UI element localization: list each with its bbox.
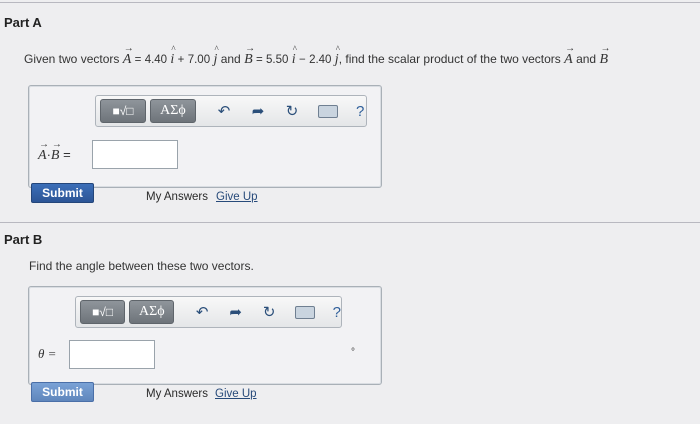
reset-icon[interactable]: ↻ bbox=[278, 102, 306, 120]
part-b-submit-button[interactable]: Submit bbox=[31, 382, 94, 402]
part-b-answer-input[interactable] bbox=[69, 340, 155, 369]
part-b-title: Part B bbox=[4, 232, 43, 247]
vector-b-symbol: B bbox=[244, 43, 254, 68]
part-a-question: Given two vectors A = 4.40 i + 7.00 j an… bbox=[24, 43, 610, 68]
undo-icon[interactable]: ↶ bbox=[210, 102, 238, 120]
part-a-answer-label: A·B = bbox=[38, 139, 71, 164]
part-a-my-answers-link[interactable]: My Answers bbox=[146, 191, 208, 203]
undo-icon[interactable]: ↶ bbox=[188, 303, 216, 321]
part-divider bbox=[0, 222, 700, 223]
redo-icon[interactable]: ➦ bbox=[244, 102, 272, 120]
vector-a-symbol: A bbox=[123, 43, 133, 68]
part-b-give-up-link[interactable]: Give Up bbox=[215, 388, 257, 400]
help-button[interactable]: ? bbox=[333, 304, 341, 321]
template-button[interactable]: ■√□ bbox=[100, 99, 146, 123]
j-hat: j bbox=[213, 44, 218, 68]
reset-icon[interactable]: ↻ bbox=[255, 303, 283, 321]
greek-symbols-button[interactable]: ΑΣϕ bbox=[129, 300, 175, 324]
part-a-answer-input[interactable] bbox=[92, 140, 178, 169]
part-b-question: Find the angle between these two vectors… bbox=[29, 259, 254, 273]
keyboard-icon[interactable] bbox=[318, 104, 338, 118]
redo-icon[interactable]: ➦ bbox=[222, 303, 250, 321]
help-button[interactable]: ? bbox=[356, 103, 364, 120]
template-button[interactable]: ■√□ bbox=[80, 300, 126, 324]
part-a-title: Part A bbox=[4, 15, 42, 30]
part-b-answer-label: θ = bbox=[38, 346, 57, 361]
top-divider bbox=[0, 2, 700, 3]
part-a-submit-button[interactable]: Submit bbox=[31, 183, 94, 203]
part-a-give-up-link[interactable]: Give Up bbox=[216, 191, 258, 203]
greek-symbols-button[interactable]: ΑΣϕ bbox=[150, 99, 196, 123]
i-hat: i bbox=[170, 44, 175, 68]
part-a-equation-toolbar: ■√□ ΑΣϕ ↶ ➦ ↻ ? bbox=[95, 95, 367, 127]
part-b-equation-toolbar: ■√□ ΑΣϕ ↶ ➦ ↻ ? bbox=[75, 296, 342, 328]
keyboard-icon[interactable] bbox=[294, 305, 315, 319]
part-b-my-answers-link[interactable]: My Answers bbox=[146, 388, 208, 400]
degree-unit-label: ° bbox=[351, 347, 355, 358]
